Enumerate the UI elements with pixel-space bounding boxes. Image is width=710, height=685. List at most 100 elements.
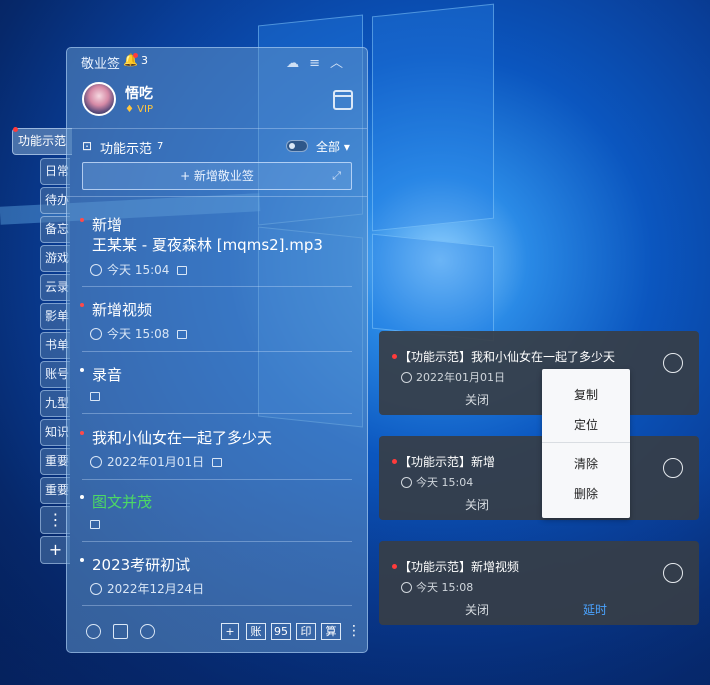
note-body: 王某某 - 夏夜森林 [mqms2].mp3 bbox=[92, 236, 323, 254]
category-label: 功能示范 bbox=[100, 142, 153, 157]
context-menu: 复制 定位 清除 删除 bbox=[542, 369, 630, 518]
divider bbox=[67, 128, 367, 129]
note-dot bbox=[80, 431, 84, 435]
notification-count: 3 bbox=[141, 54, 148, 67]
clock-icon bbox=[90, 328, 102, 340]
note-meta: 2022年12月24日 bbox=[90, 580, 204, 597]
clock-icon bbox=[90, 456, 102, 468]
snooze-button[interactable]: 延时 bbox=[583, 601, 607, 618]
add-note-button[interactable]: + 新增敬业签 ⤢ bbox=[82, 162, 352, 190]
clock-icon bbox=[90, 264, 102, 276]
note-meta bbox=[90, 389, 100, 403]
close-button[interactable]: 关闭 bbox=[465, 391, 489, 408]
divider bbox=[82, 605, 352, 606]
note-title: 新增 bbox=[92, 216, 123, 234]
note-item[interactable]: 图文并茂 bbox=[80, 491, 352, 541]
vip-badge: ♦ VIP bbox=[125, 104, 153, 115]
card-red-dot bbox=[392, 354, 397, 359]
expand-icon[interactable]: ⤢ bbox=[332, 163, 341, 189]
print-button[interactable]: 印 bbox=[296, 623, 316, 640]
counter-button[interactable]: 95 bbox=[271, 623, 291, 640]
card-time-text: 2022年01月01日 bbox=[416, 371, 505, 384]
cloud-icon[interactable]: ☁ bbox=[286, 56, 309, 71]
card-time: 今天 15:08 bbox=[401, 579, 473, 595]
card-time: 今天 15:04 bbox=[401, 474, 473, 490]
calendar-icon[interactable] bbox=[333, 90, 353, 110]
bookmark-icon: ⊡ bbox=[82, 139, 93, 153]
menu-item-delete[interactable]: 删除 bbox=[542, 485, 630, 502]
clock-icon bbox=[401, 372, 412, 383]
card-time: 2022年01月01日 bbox=[401, 369, 505, 385]
menu-icon[interactable]: ≡ bbox=[309, 56, 330, 71]
note-item[interactable]: 我和小仙女在一起了多少天 2022年01月01日 bbox=[80, 427, 352, 477]
bell-red-dot bbox=[133, 53, 138, 58]
close-button[interactable]: 关闭 bbox=[465, 496, 489, 513]
bottom-toolbar: + 账 95 印 算 ⋮ bbox=[67, 612, 367, 652]
complete-radio[interactable] bbox=[663, 458, 683, 478]
note-title: 录音 bbox=[92, 366, 123, 384]
note-meta: 2022年01月01日 bbox=[90, 453, 223, 470]
note-dot bbox=[80, 495, 84, 499]
divider bbox=[82, 413, 352, 414]
tag-icon bbox=[177, 266, 188, 275]
side-tab-active-label: 功能示范 bbox=[18, 134, 67, 148]
divider bbox=[82, 351, 352, 352]
divider bbox=[82, 286, 352, 287]
user-row: 悟吃 ♦ VIP bbox=[67, 76, 367, 126]
complete-radio[interactable] bbox=[663, 353, 683, 373]
note-dot bbox=[80, 218, 84, 222]
search-icon[interactable] bbox=[140, 624, 155, 639]
card-title: 【功能示范】新增 bbox=[399, 455, 496, 469]
note-time: 2022年01月01日 bbox=[107, 455, 205, 469]
reminder-card: 【功能示范】新增 今天 15:04 关闭 bbox=[379, 436, 699, 520]
filter-dropdown[interactable]: 全部 ▾ bbox=[316, 138, 350, 155]
menu-item-copy[interactable]: 复制 bbox=[542, 386, 630, 403]
note-dot bbox=[80, 558, 84, 562]
category-row: ⊡ 功能示范 7 全部 ▾ bbox=[82, 137, 354, 157]
reminder-card: 【功能示范】我和小仙女在一起了多少天 2022年01月01日 关闭 bbox=[379, 331, 699, 415]
close-button[interactable]: 关闭 bbox=[465, 601, 489, 618]
note-title: 我和小仙女在一起了多少天 bbox=[92, 429, 273, 447]
more-icon[interactable]: ⋮ bbox=[347, 623, 361, 639]
menu-divider bbox=[542, 442, 630, 443]
add-note-label: + 新增敬业签 bbox=[180, 169, 254, 183]
divider bbox=[82, 541, 352, 542]
divider bbox=[82, 479, 352, 480]
note-meta bbox=[90, 517, 100, 531]
clock-icon[interactable] bbox=[86, 624, 101, 639]
header-icons: ☁≡︿ bbox=[286, 52, 353, 71]
collapse-icon[interactable]: ︿ bbox=[330, 56, 353, 71]
view-toggle[interactable] bbox=[286, 140, 308, 152]
account-button[interactable]: 账 bbox=[246, 623, 266, 640]
clock-icon bbox=[401, 582, 412, 593]
note-time: 今天 15:08 bbox=[107, 327, 170, 341]
calc-button[interactable]: 算 bbox=[321, 623, 341, 640]
note-time: 今天 15:04 bbox=[107, 263, 170, 277]
calendar-check-icon[interactable] bbox=[113, 624, 128, 639]
tag-icon bbox=[177, 330, 188, 339]
tag-icon bbox=[90, 520, 100, 529]
note-panel: 敬业签 🔔 3 ☁≡︿ 悟吃 ♦ VIP ⊡ 功能示范 7 全部 ▾ + 新增敬… bbox=[66, 47, 368, 653]
note-dot bbox=[80, 303, 84, 307]
complete-radio[interactable] bbox=[663, 563, 683, 583]
card-title: 【功能示范】我和小仙女在一起了多少天 bbox=[399, 350, 616, 364]
app-title: 敬业签 bbox=[81, 57, 121, 72]
note-meta: 今天 15:04 bbox=[90, 261, 188, 278]
note-item[interactable]: 录音 bbox=[80, 364, 352, 414]
divider bbox=[67, 196, 367, 197]
menu-item-locate[interactable]: 定位 bbox=[542, 416, 630, 433]
side-tab-active[interactable]: 功能示范 bbox=[12, 128, 72, 155]
note-item[interactable]: 新增视频 今天 15:08 bbox=[80, 299, 352, 351]
tag-icon bbox=[212, 458, 223, 467]
card-red-dot bbox=[392, 459, 397, 464]
note-item[interactable]: 新增 王某某 - 夏夜森林 [mqms2].mp3 今天 15:04 bbox=[80, 214, 352, 284]
note-dot bbox=[80, 368, 84, 372]
note-item[interactable]: 2023考研初试 2022年12月24日 bbox=[80, 554, 352, 604]
panel-header: 敬业签 🔔 3 ☁≡︿ bbox=[67, 48, 367, 74]
window-logo-pane bbox=[372, 3, 494, 232]
avatar[interactable] bbox=[82, 82, 116, 116]
username: 悟吃 bbox=[125, 86, 153, 102]
card-time-text: 今天 15:08 bbox=[416, 581, 474, 594]
menu-item-clear[interactable]: 清除 bbox=[542, 455, 630, 472]
add-box-button[interactable]: + bbox=[221, 623, 239, 640]
